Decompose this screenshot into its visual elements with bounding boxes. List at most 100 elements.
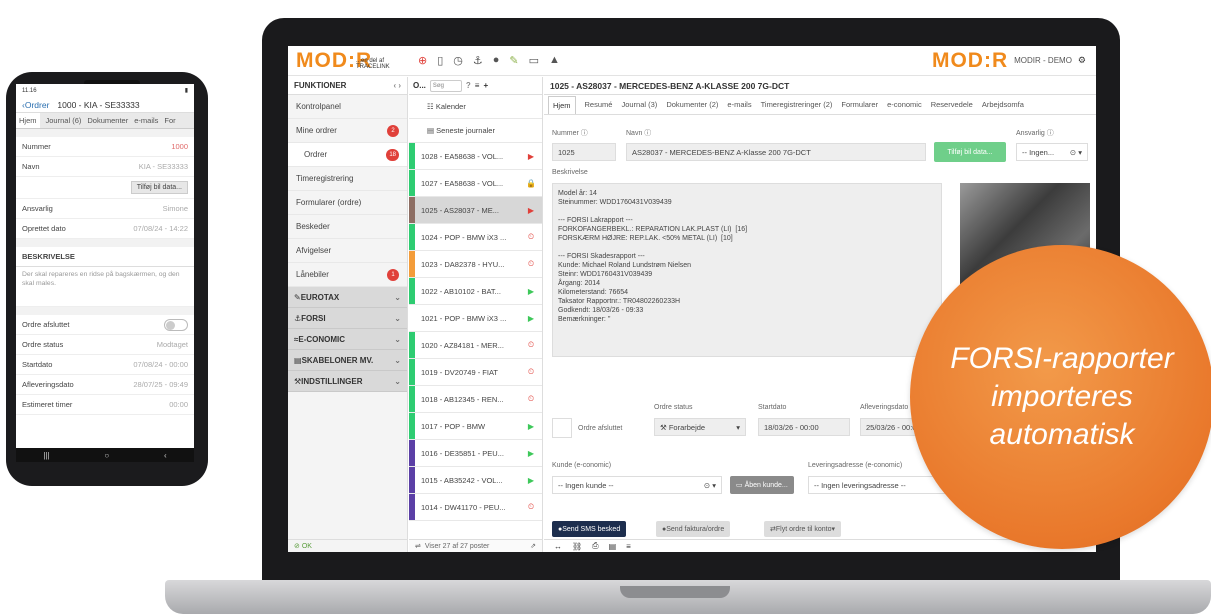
order-status-icon[interactable]: ⏲: [526, 394, 536, 404]
phone-row-value[interactable]: 00:00: [169, 400, 188, 409]
chevron-down-icon[interactable]: ⌄: [394, 377, 401, 386]
order-status-icon[interactable]: ⏲: [526, 367, 536, 377]
phone-row-value[interactable]: KIA - SE33333: [139, 162, 188, 171]
ordre-afsluttet-toggle[interactable]: [164, 318, 188, 331]
phone-row-value[interactable]: 07/08/24 - 14:22: [133, 224, 188, 233]
tab-8[interactable]: Reservedele: [931, 100, 973, 109]
order-status-icon[interactable]: ▶: [526, 152, 536, 161]
nav-group-3[interactable]: ▤ SKABELONER MV. ⌄: [288, 350, 407, 371]
nav-group-2[interactable]: ≈ E-CONOMIC ⌄: [288, 329, 407, 350]
order-row[interactable]: 1022 - AB10102 - BAT... ▶: [409, 278, 542, 305]
order-row[interactable]: 1019 - DV20749 - FIAT ⏲: [409, 359, 542, 386]
warning-icon[interactable]: ▲: [549, 54, 560, 67]
order-status-icon[interactable]: ▶: [526, 422, 536, 431]
tab-1[interactable]: Resumé: [585, 100, 613, 109]
nav-item-2[interactable]: Ordrer 18: [288, 143, 407, 167]
clock-icon[interactable]: ◷: [453, 54, 463, 67]
tab-0[interactable]: Hjem: [548, 95, 576, 114]
phone-row-value[interactable]: 28/07/25 - 09:49: [133, 380, 188, 389]
tab-4[interactable]: e-mails: [727, 100, 751, 109]
order-status-icon[interactable]: ▶: [526, 206, 536, 215]
nav-item-5[interactable]: Beskeder: [288, 215, 407, 239]
phone-add-car-data-button[interactable]: Tilføj bil data...: [130, 181, 188, 194]
order-row[interactable]: 1025 - AS28037 - ME... ▶: [409, 197, 542, 224]
order-row[interactable]: 1016 - DE35851 - PEU... ▶: [409, 440, 542, 467]
nav-item-3[interactable]: Timeregistrering: [288, 167, 407, 191]
back-icon[interactable]: ‹: [164, 451, 167, 460]
phone-row-value[interactable]: Modtaget: [157, 340, 188, 349]
nav-group-0[interactable]: ✎ EUROTAX ⌄: [288, 287, 407, 308]
nummer-field[interactable]: 1025: [552, 143, 616, 161]
order-status-icon[interactable]: ▶: [526, 476, 536, 485]
gear-icon[interactable]: ⚙: [1078, 55, 1086, 66]
chevron-down-icon[interactable]: ⌄: [394, 356, 401, 365]
order-status-icon[interactable]: ⏲: [526, 340, 536, 350]
order-status-icon[interactable]: ⏲: [526, 502, 536, 512]
nav-item-1[interactable]: Mine ordrer 2: [288, 119, 407, 143]
phone-desc-text[interactable]: Der skal repareres en ridse på bagskærme…: [16, 267, 194, 307]
nav-item-4[interactable]: Formularer (ordre): [288, 191, 407, 215]
phone-tab-2[interactable]: Dokumenter: [87, 116, 128, 125]
filter-icon[interactable]: ⇌: [415, 542, 421, 550]
link-icon[interactable]: ⛓: [572, 542, 582, 551]
nav-group-1[interactable]: ⚓ FORSI ⌄: [288, 308, 407, 329]
order-row[interactable]: 1024 - POP - BMW iX3 ... ⏲: [409, 224, 542, 251]
help-icon[interactable]: ?: [466, 81, 471, 90]
phone-tab-0[interactable]: Hjem: [16, 113, 40, 128]
beskrivelse-textarea[interactable]: Model år: 14 Steinummer: WDD1760431V0394…: [552, 183, 942, 357]
add-car-data-button[interactable]: Tilføj bil data...: [934, 142, 1006, 162]
kunde-select[interactable]: -- Ingen kunde -- ⊙ ▾: [552, 476, 722, 494]
home-icon[interactable]: ○: [104, 451, 109, 460]
order-row[interactable]: 1023 - DA82378 - HYU... ⏲: [409, 251, 542, 278]
send-invoice-button[interactable]: ● Send faktura/ordre: [656, 521, 731, 537]
stack-icon[interactable]: ≡: [475, 81, 480, 90]
order-row[interactable]: 1017 - POP - BMW ▶: [409, 413, 542, 440]
phone-row-value[interactable]: 1000: [171, 142, 188, 151]
phone-row-value[interactable]: Simone: [163, 204, 188, 213]
print-icon[interactable]: ⎙: [592, 541, 598, 551]
ordre-afsluttet-checkbox[interactable]: [552, 418, 572, 438]
tab-9[interactable]: Arbejdsomfa: [982, 100, 1024, 109]
order-row[interactable]: 1028 - EA58638 - VOL... ▶: [409, 143, 542, 170]
chat-icon[interactable]: ●: [493, 54, 500, 67]
navn-field[interactable]: AS28037 - MERCEDES-BENZ A-Klasse 200 7G-…: [626, 143, 926, 161]
tab-6[interactable]: Formularer: [841, 100, 878, 109]
tab-5[interactable]: Timeregistreringer (2): [761, 100, 833, 109]
order-status-icon[interactable]: ▶: [526, 314, 536, 323]
search-input[interactable]: Søg: [429, 79, 462, 92]
phone-row-value[interactable]: 07/08/24 - 00:00: [133, 360, 188, 369]
order-status-icon[interactable]: ⏲: [526, 259, 536, 269]
order-row[interactable]: 1021 - POP - BMW iX3 ... ▶: [409, 305, 542, 332]
move-to-account-button[interactable]: ⇄ Flyt ordre til konto ▾: [764, 521, 842, 537]
send-sms-button[interactable]: ● Send SMS besked: [552, 521, 627, 537]
card-icon[interactable]: ▭: [529, 54, 539, 67]
back-button[interactable]: ‹Ordrer: [22, 100, 49, 110]
startdato-field[interactable]: 18/03/26 - 00:00: [758, 418, 850, 436]
nav-item-6[interactable]: Afvigelser: [288, 239, 407, 263]
chevron-down-icon[interactable]: ⌄: [394, 335, 401, 344]
order-status-icon[interactable]: ▶: [526, 287, 536, 296]
order-row[interactable]: 1015 - AB35242 - VOL... ▶: [409, 467, 542, 494]
phone-tab-3[interactable]: e-mails: [134, 116, 158, 125]
plug-icon[interactable]: ✎: [509, 54, 518, 67]
order-row[interactable]: 1020 - AZ84181 - MER... ⏲: [409, 332, 542, 359]
order-status-icon[interactable]: 🔒: [526, 179, 536, 188]
chevron-left-icon[interactable]: ‹ ›: [393, 81, 401, 90]
phone-tab-4[interactable]: For: [164, 116, 175, 125]
order-status-icon[interactable]: ▶: [526, 449, 536, 458]
ansvarlig-select[interactable]: -- Ingen... ⊙ ▾: [1016, 143, 1088, 161]
order-row[interactable]: 1014 - DW41170 - PEU... ⏲: [409, 494, 542, 521]
phone-icon[interactable]: ▯: [437, 54, 443, 67]
lifebuoy-icon[interactable]: ⊕: [418, 54, 427, 67]
nav-item-7[interactable]: Lånebiler 1: [288, 263, 407, 287]
nav-item-0[interactable]: Kontrolpanel: [288, 95, 407, 119]
menu-icon[interactable]: ≡: [626, 542, 631, 551]
add-icon[interactable]: +: [483, 81, 488, 90]
open-customer-button[interactable]: ▭ Åben kunde...: [730, 476, 794, 494]
nav-group-4[interactable]: ⚒ INDSTILLINGER ⌄: [288, 371, 407, 392]
order-status-icon[interactable]: ⏲: [526, 232, 536, 242]
phone-tab-1[interactable]: Journal (6): [46, 116, 82, 125]
chevron-down-icon[interactable]: ⌄: [394, 293, 401, 302]
recent-journals-item[interactable]: ▤ Seneste journaler: [409, 119, 542, 143]
tab-7[interactable]: e-conomic: [887, 100, 922, 109]
